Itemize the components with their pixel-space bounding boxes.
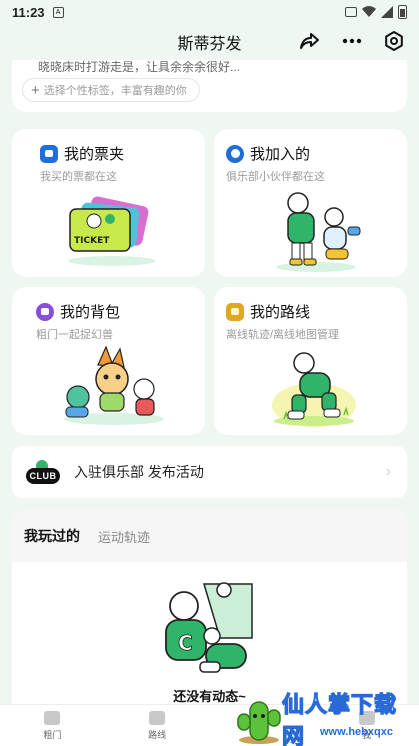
joined-illustration xyxy=(276,192,361,272)
tickets-card-subtitle: 我买的票都在这 xyxy=(40,171,117,183)
status-icons xyxy=(345,5,407,19)
tab-routes-label: 路线 xyxy=(148,729,167,740)
battery-icon xyxy=(398,5,407,19)
tab-tracks[interactable]: 运动轨迹 xyxy=(98,527,150,546)
svg-text:C: C xyxy=(178,631,193,655)
joined-card-title: 我加入的 xyxy=(250,146,311,163)
profile-bio: 晓晓床时打游走是，让具余余余很好... xyxy=(38,60,241,74)
share-icon[interactable] xyxy=(299,30,321,52)
backpack-card[interactable]: 我的背包 粗门一起捉幻兽 xyxy=(12,287,205,435)
wifi-icon xyxy=(362,6,376,18)
smile-icon xyxy=(226,144,244,163)
status-time: 11:23 xyxy=(12,4,45,20)
tag-placeholder: 选择个性标签，丰富有趣的你 xyxy=(43,85,187,97)
tickets-card-header: 我的票夹 xyxy=(40,143,124,164)
profile-strip: 晓晓床时打游走是，让具余余余很好... + 选择个性标签，丰富有趣的你 xyxy=(12,60,407,112)
backpack-card-title: 我的背包 xyxy=(60,304,121,321)
header: 斯蒂芬发 xyxy=(0,24,419,60)
tickets-card[interactable]: 我的票夹 我买的票都在这 TICKET xyxy=(12,129,205,277)
notification-icon: A xyxy=(52,6,64,18)
watermark-sub: www.hebxqxc xyxy=(320,726,393,738)
watermark: 仙人掌下载网 www.hebxqxc xyxy=(234,691,419,746)
tab-home[interactable]: 粗门 xyxy=(0,705,105,746)
page-title: 斯蒂芬发 xyxy=(177,36,242,53)
played-section: 我玩过的 运动轨迹 C 还没有动态~ xyxy=(12,510,407,710)
joined-card-header: 我加入的 xyxy=(226,143,310,164)
joined-card[interactable]: 我加入的 俱乐部小伙伴都在这 xyxy=(214,129,407,277)
map-icon xyxy=(226,302,244,321)
played-tabs: 我玩过的 运动轨迹 xyxy=(12,510,407,562)
routes-card[interactable]: 我的路线 离线轨迹/离线地图管理 xyxy=(214,287,407,435)
tickets-illustration: TICKET xyxy=(68,196,156,266)
routes-illustration xyxy=(272,352,356,427)
signal-icon xyxy=(381,6,393,18)
header-actions xyxy=(299,30,405,52)
route-icon xyxy=(149,710,166,725)
joined-card-subtitle: 俱乐部小伙伴都在这 xyxy=(226,171,325,183)
cactus-logo-icon xyxy=(237,701,281,744)
tab-routes[interactable]: 路线 xyxy=(105,705,210,746)
vibrate-icon xyxy=(345,7,357,17)
backpack-card-header: 我的背包 xyxy=(36,301,120,322)
add-tag-button[interactable]: + 选择个性标签，丰富有趣的你 xyxy=(22,78,200,102)
chevron-right-icon: › xyxy=(385,463,391,480)
empty-state-illustration: C xyxy=(165,582,253,673)
ticket-icon xyxy=(40,144,58,163)
routes-card-header: 我的路线 xyxy=(226,301,310,322)
plus-icon: + xyxy=(31,81,40,99)
backpack-card-subtitle: 粗门一起捉幻兽 xyxy=(36,329,113,341)
tab-played[interactable]: 我玩过的 xyxy=(24,526,80,546)
routes-card-subtitle: 离线轨迹/离线地图管理 xyxy=(226,329,340,341)
svg-text:TICKET: TICKET xyxy=(74,236,110,246)
club-badge: CLUB xyxy=(26,468,60,484)
backpack-icon xyxy=(36,302,54,321)
club-logo: CLUB xyxy=(26,460,62,484)
tab-home-label: 粗门 xyxy=(43,729,62,740)
tickets-card-title: 我的票夹 xyxy=(64,146,125,163)
home-icon xyxy=(44,710,61,725)
club-entry-text: 入驻俱乐部 发布活动 xyxy=(74,464,204,480)
status-bar: 11:23 A xyxy=(0,0,419,24)
routes-card-title: 我的路线 xyxy=(250,304,311,321)
settings-icon[interactable] xyxy=(383,30,405,52)
backpack-illustration xyxy=(64,345,164,425)
more-icon[interactable] xyxy=(341,30,363,52)
club-entry-bar[interactable]: CLUB 入驻俱乐部 发布活动 › xyxy=(12,446,407,498)
